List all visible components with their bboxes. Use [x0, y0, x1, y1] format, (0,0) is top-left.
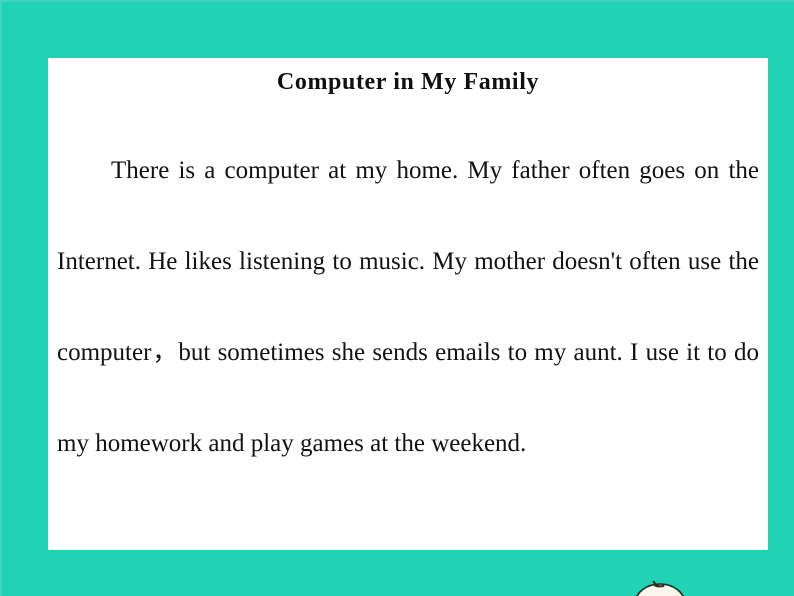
essay-title: Computer in My Family	[276, 69, 540, 95]
essay-body-text: There is a computer at my home. My fathe…	[57, 157, 759, 457]
slide-canvas: Computer in My Family There is a compute…	[0, 0, 794, 596]
essay-panel: Computer in My Family There is a compute…	[48, 58, 768, 550]
cartoon-head-icon	[624, 576, 696, 596]
